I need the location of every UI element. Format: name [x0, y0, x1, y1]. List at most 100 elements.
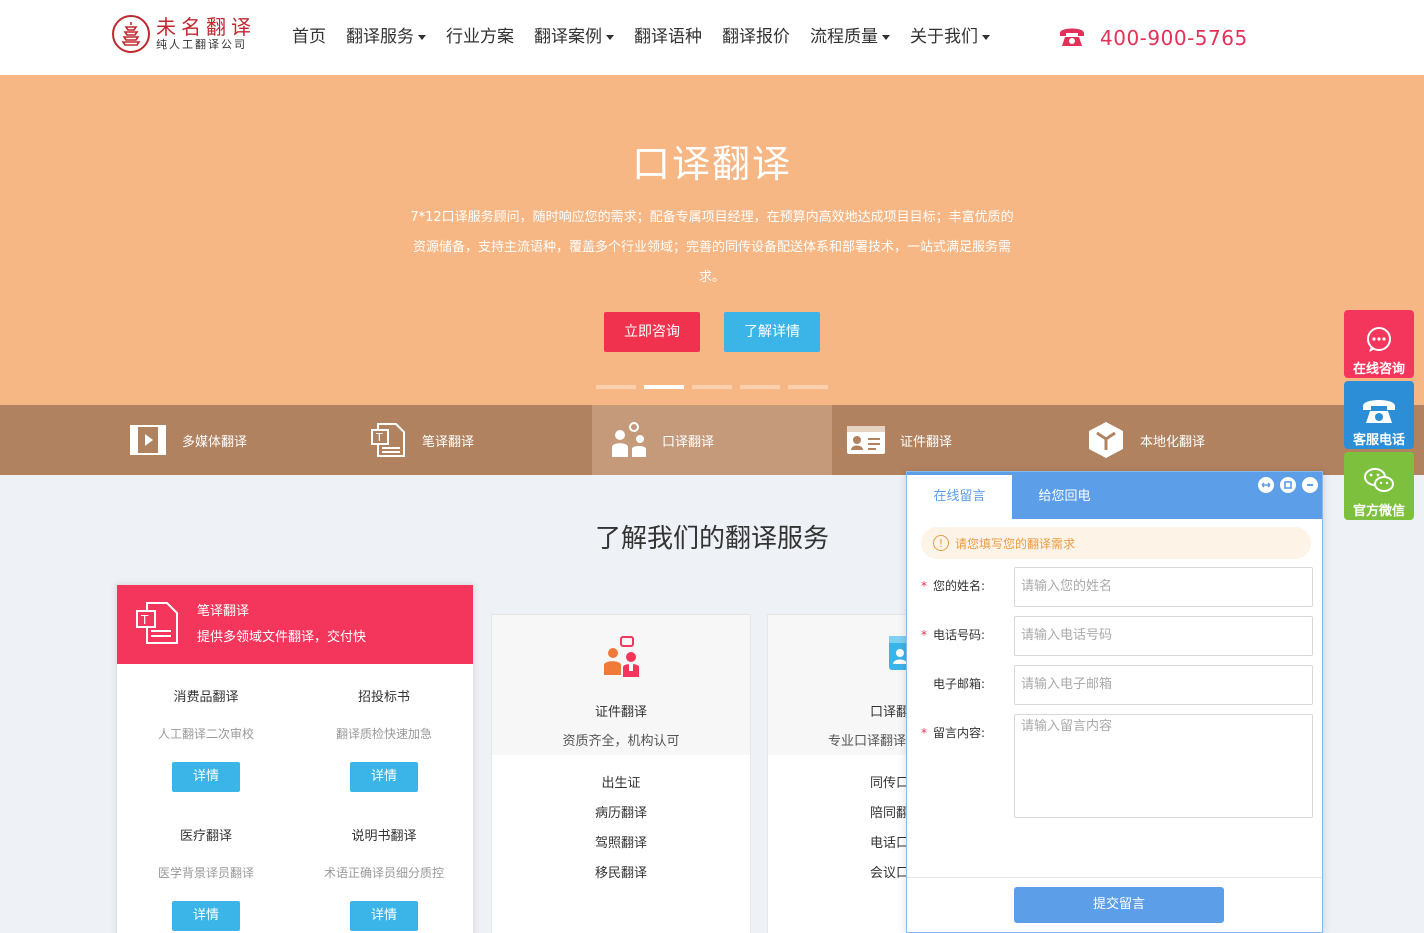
category-bar: 多媒体翻译 T 笔译翻译 口译翻译 证件翻译 本地化翻译 [0, 405, 1424, 475]
svg-text:T: T [375, 431, 383, 444]
required-mark: * [921, 628, 927, 642]
slider-dot[interactable] [692, 385, 732, 389]
field-label-text: 您的姓名: [933, 579, 986, 593]
people-icon [608, 420, 648, 460]
nav-label: 首页 [292, 27, 326, 47]
service-item: 医疗翻译 医学背景译员翻译 详情 [117, 825, 295, 931]
field-label-text: 电子邮箱: [933, 677, 986, 691]
banner-title: 口译翻译 [631, 142, 792, 186]
email-input[interactable]: 请输入电子邮箱 [1014, 665, 1313, 705]
service-desc: 术语正确译员细分质控 [323, 866, 444, 880]
category-interpretation[interactable]: 口译翻译 [592, 405, 832, 475]
online-consult-side-button[interactable]: 在线咨询 [1344, 310, 1414, 378]
nav-services[interactable]: 翻译服务 [336, 24, 436, 50]
learn-more-button[interactable]: 了解详情 [724, 312, 820, 352]
pagoda-logo-icon [112, 15, 150, 53]
nav-label: 翻译报价 [722, 27, 790, 47]
service-item: 招投标书 翻译质检快速加急 详情 [295, 686, 473, 792]
side-label: 客服电话 [1352, 433, 1405, 448]
nav-process[interactable]: 流程质量 [800, 24, 900, 50]
caret-down-icon [418, 34, 426, 40]
telephone-icon [1058, 24, 1086, 52]
phone-number: 400-900-5765 [1100, 26, 1248, 50]
category-label: 口译翻译 [662, 434, 715, 450]
notice-banner: ! 请您填写您的翻译需求 [921, 527, 1311, 559]
caret-down-icon [882, 34, 890, 40]
film-icon [128, 420, 168, 460]
hero-banner: 口译翻译 7*12口译服务顾问，随时响应您的需求；配备专属项目经理，在预算内高效… [0, 75, 1424, 405]
detail-button[interactable]: 详情 [172, 762, 240, 792]
svg-text:T: T [140, 613, 149, 627]
tab-online-message[interactable]: 在线留言 [907, 475, 1012, 519]
category-multimedia[interactable]: 多媒体翻译 [128, 405, 368, 475]
slider-dot[interactable] [740, 385, 780, 389]
required-mark: * [921, 726, 927, 740]
submit-message-button[interactable]: 提交留言 [1014, 887, 1224, 923]
service-phone-side-button[interactable]: 客服电话 [1344, 381, 1414, 449]
resize-icon[interactable] [1258, 477, 1274, 493]
message-panel: 在线留言 给您回电 ! 请您填写您的翻译需求 * 您的姓名: 请输入您的姓名 * 电… [906, 471, 1323, 933]
consult-now-button[interactable]: 立即咨询 [604, 312, 700, 352]
written-translation-card: T 笔译翻译 提供多领域文件翻译，交付快 消费品翻译 人工翻译二次审校 详情 招… [116, 584, 474, 933]
site-header: 未名翻译 纯人工翻译公司 首页 翻译服务 行业方案 翻译案例 翻译语种 翻译报价… [0, 0, 1424, 75]
maximize-icon[interactable] [1280, 477, 1296, 493]
list-item[interactable]: 移民翻译 [492, 859, 750, 889]
service-title: 招投标书 [357, 690, 410, 705]
document-icon: T [135, 601, 179, 649]
side-label: 在线咨询 [1352, 362, 1405, 377]
notice-text: 请您填写您的翻译需求 [955, 536, 1076, 551]
service-title: 说明书翻译 [351, 829, 417, 844]
nav-cases[interactable]: 翻译案例 [524, 24, 624, 50]
nav-label: 翻译案例 [534, 27, 602, 47]
list-item[interactable]: 驾照翻译 [492, 829, 750, 859]
service-title: 医疗翻译 [179, 829, 232, 844]
category-label: 多媒体翻译 [182, 434, 248, 450]
side-label: 官方微信 [1352, 504, 1405, 519]
detail-button[interactable]: 详情 [350, 762, 418, 792]
cube-icon [1086, 420, 1126, 460]
people-icon [492, 615, 750, 685]
nav-industry[interactable]: 行业方案 [436, 24, 524, 50]
nav-about[interactable]: 关于我们 [900, 24, 1000, 50]
category-written[interactable]: T 笔译翻译 [368, 405, 608, 475]
field-label: 电子邮箱: [921, 665, 1013, 703]
nav-home[interactable]: 首页 [282, 24, 336, 50]
list-item[interactable]: 出生证 [492, 769, 750, 799]
nav-label: 行业方案 [446, 27, 514, 47]
divider [907, 877, 1322, 878]
window-controls [1252, 477, 1318, 493]
logo-subtitle: 纯人工翻译公司 [156, 38, 247, 51]
wechat-side-button[interactable]: 官方微信 [1344, 452, 1414, 520]
field-label: * 留言内容: [921, 714, 1013, 752]
main-nav: 首页 翻译服务 行业方案 翻译案例 翻译语种 翻译报价 流程质量 关于我们 [282, 24, 1000, 50]
service-desc: 医学背景译员翻译 [157, 866, 254, 880]
card-subtitle: 资质齐全，机构认可 [562, 734, 680, 749]
service-list: 出生证 病历翻译 驾照翻译 移民翻译 [492, 755, 750, 889]
service-desc: 翻译质检快速加急 [335, 727, 432, 741]
nav-label: 流程质量 [810, 27, 878, 47]
category-localization[interactable]: 本地化翻译 [1086, 405, 1326, 475]
name-input[interactable]: 请输入您的姓名 [1014, 567, 1313, 607]
tab-callback[interactable]: 给您回电 [1012, 475, 1117, 519]
header-phone[interactable]: 400-900-5765 [1058, 24, 1248, 52]
slider-dot[interactable] [788, 385, 828, 389]
nav-pricing[interactable]: 翻译报价 [712, 24, 800, 50]
nav-label: 翻译语种 [634, 27, 702, 47]
slider-dot[interactable] [596, 385, 636, 389]
nav-languages[interactable]: 翻译语种 [624, 24, 712, 50]
banner-description: 7*12口译服务顾问，随时响应您的需求；配备专属项目经理，在预算内高效地达成项目… [410, 210, 1014, 285]
message-textarea[interactable]: 请输入留言内容 [1014, 714, 1313, 818]
phone-input[interactable]: 请输入电话号码 [1014, 616, 1313, 656]
card-title: 笔译翻译 [197, 603, 250, 619]
detail-button[interactable]: 详情 [172, 901, 240, 931]
service-title: 消费品翻译 [173, 690, 239, 705]
slider-dot-active[interactable] [644, 385, 684, 389]
minimize-icon[interactable] [1302, 477, 1318, 493]
category-certificate[interactable]: 证件翻译 [846, 405, 1086, 475]
service-item: 说明书翻译 术语正确译员细分质控 详情 [295, 825, 473, 931]
caret-down-icon [982, 34, 990, 40]
logo[interactable]: 未名翻译 纯人工翻译公司 [112, 15, 256, 53]
chat-bubble-icon [1344, 310, 1414, 354]
detail-button[interactable]: 详情 [350, 901, 418, 931]
list-item[interactable]: 病历翻译 [492, 799, 750, 829]
